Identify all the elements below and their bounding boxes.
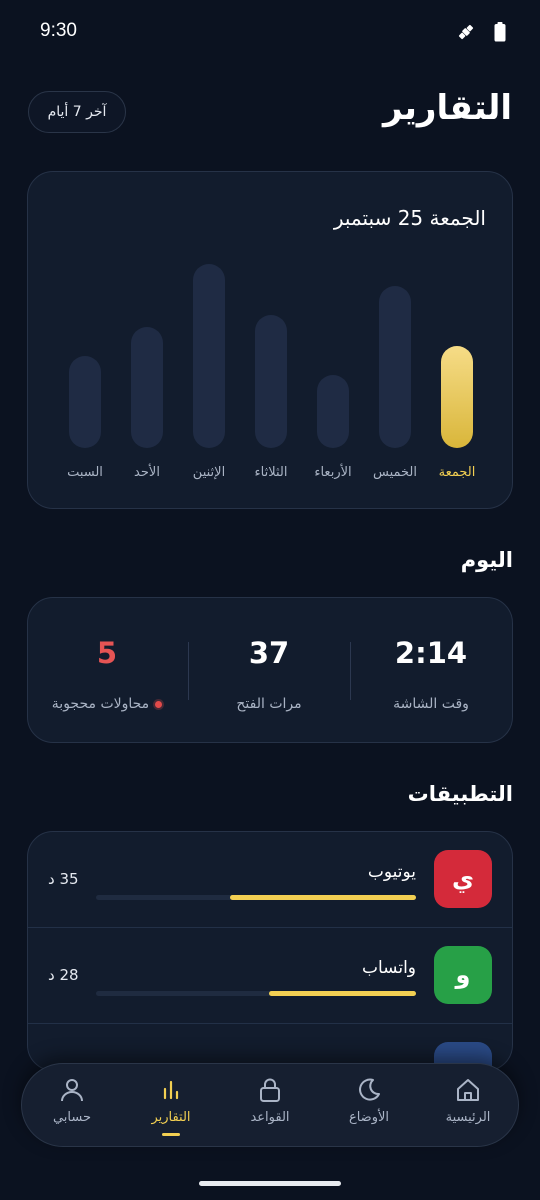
apps-section-title: التطبيقات [407, 782, 513, 806]
moon-icon [321, 1076, 417, 1104]
satellite-icon [456, 22, 476, 46]
status-icons [456, 22, 506, 46]
app-usage-time: 35 د [48, 870, 79, 888]
alert-dot-icon [155, 700, 163, 708]
bar-chart-icon [123, 1076, 219, 1104]
nav-label: القواعد [250, 1110, 290, 1125]
blocked-attempts-label-wrap: محاولات محجوبة [26, 696, 188, 712]
stat-divider [350, 642, 351, 700]
chart-bar[interactable] [379, 286, 411, 448]
app-name: واتساب [361, 958, 416, 978]
blocked-attempts-value: 5 [96, 636, 118, 670]
apps-list-card: ي يوتيوب 35 د و واتساب 28 د [27, 831, 513, 1071]
stat-divider [188, 642, 189, 700]
today-stats-card: 2:14 وقت الشاشة 37 مرات الفتح 5 محاولات … [27, 597, 513, 743]
youtube-app-icon: ي [434, 850, 492, 908]
chart-bar[interactable] [131, 327, 163, 448]
chart-day-label: الجمعة [439, 465, 476, 480]
chart-bar[interactable] [441, 346, 473, 448]
chart-day-label: الأربعاء [314, 463, 351, 480]
today-section-title: اليوم [460, 548, 513, 572]
nav-label: الأوضاع [348, 1110, 390, 1125]
chart-bar[interactable] [255, 315, 287, 448]
blocked-attempts-label: محاولات محجوبة [51, 696, 150, 712]
nav-label: حسابي [52, 1110, 92, 1125]
app-usage-bar [268, 991, 416, 996]
unlocks-label: مرات الفتح [236, 696, 302, 712]
screen-time-label: وقت الشاشة [393, 696, 469, 712]
status-bar: 9:30 [0, 0, 540, 64]
app-row-youtube[interactable]: ي يوتيوب 35 د [28, 832, 512, 928]
chart-bar[interactable] [317, 375, 349, 448]
weekly-bar-chart: الجمعة الخميس الأربعاء الثلاثاء الإثنين الأحد… [67, 264, 476, 480]
weekly-chart-card: الجمعة 25 سبتمبر الجمعة الخميس الأربعاء الث… [27, 171, 513, 509]
home-icon [420, 1076, 516, 1104]
app-usage-time: 28 د [48, 966, 79, 984]
chart-day-label: الأحد [134, 463, 160, 480]
lock-icon [222, 1076, 318, 1104]
chart-bar[interactable] [193, 264, 225, 448]
nav-rules[interactable]: القواعد [222, 1064, 318, 1148]
whatsapp-app-icon: و [434, 946, 492, 1004]
battery-icon [494, 22, 506, 46]
unlocks-stat[interactable]: 37 مرات الفتح [188, 598, 350, 744]
screen-time-value: 2:14 [394, 636, 468, 670]
nav-label: التقارير [151, 1110, 191, 1125]
chart-day-label: الإثنين [193, 465, 225, 480]
chart-day-label: السبت [67, 465, 103, 480]
header: التقارير آخر 7 أيام [28, 88, 512, 138]
app-name: يوتيوب [367, 862, 416, 882]
status-time: 9:30 [40, 20, 77, 41]
blocked-attempts-stat[interactable]: 5 محاولات محجوبة [26, 598, 188, 744]
screen-time-stat[interactable]: 2:14 وقت الشاشة [350, 598, 512, 744]
nav-account[interactable]: حسابي [24, 1064, 120, 1148]
home-indicator [199, 1181, 341, 1186]
date-range-button[interactable]: آخر 7 أيام [28, 91, 126, 133]
chart-day-label: الثلاثاء [255, 465, 288, 480]
app-usage-track [96, 991, 416, 996]
unlocks-value: 37 [248, 636, 290, 670]
bottom-nav: الرئيسية الأوضاع القواعد التقارير حسابي [21, 1063, 519, 1147]
chart-day-label: الخميس [373, 465, 417, 480]
app-usage-track [96, 895, 416, 900]
chart-bar[interactable] [69, 356, 101, 448]
user-icon [24, 1076, 120, 1104]
active-tab-indicator [162, 1133, 180, 1136]
app-usage-bar [230, 895, 416, 900]
nav-label: الرئيسية [445, 1110, 491, 1125]
app-row-whatsapp[interactable]: و واتساب 28 د [28, 928, 512, 1024]
page-title: التقارير [382, 88, 512, 128]
nav-home[interactable]: الرئيسية [420, 1064, 516, 1148]
nav-reports[interactable]: التقارير [123, 1064, 219, 1148]
nav-modes[interactable]: الأوضاع [321, 1064, 417, 1148]
